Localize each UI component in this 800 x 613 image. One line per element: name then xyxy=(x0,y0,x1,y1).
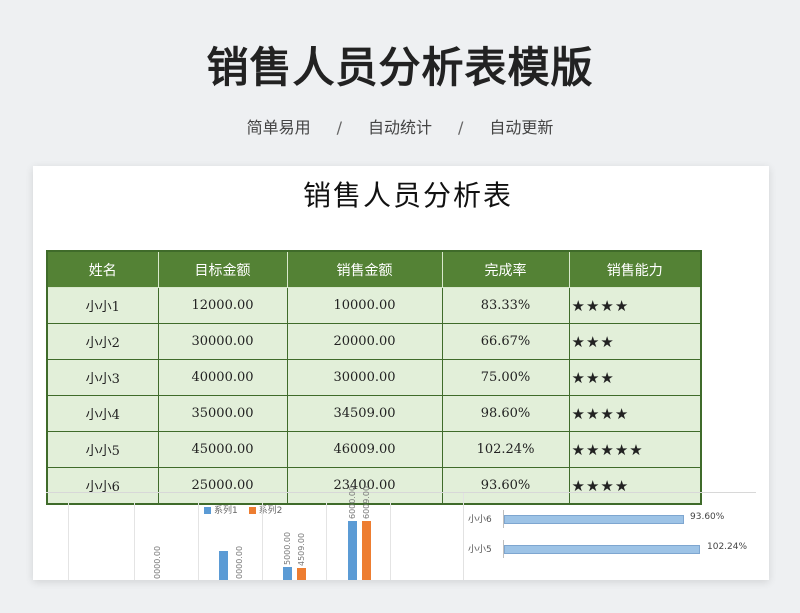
cell-sales[interactable]: 20000.00 xyxy=(286,323,443,360)
table-row: 小小2 30000.00 20000.00 66.67% ★★★ xyxy=(46,323,702,360)
cell-name[interactable]: 小小1 xyxy=(46,287,159,324)
column-header-sales[interactable]: 销售金额 xyxy=(286,250,443,288)
cell-ability[interactable]: ★★★ xyxy=(568,359,702,396)
gridline xyxy=(262,503,263,580)
category-label: 小小6 xyxy=(468,515,492,525)
data-label: 102.24% xyxy=(707,542,748,552)
legend-item-series2: 系列2 xyxy=(248,506,282,516)
column-header-rate[interactable]: 完成率 xyxy=(441,250,570,288)
subtitle-separator: / xyxy=(336,118,342,137)
hbar-row: 小小6 93.60% xyxy=(464,510,757,528)
subtitle-part-3: 自动更新 xyxy=(489,118,554,137)
cell-name[interactable]: 小小5 xyxy=(46,431,159,468)
cell-target[interactable]: 30000.00 xyxy=(157,323,288,360)
cell-ability[interactable]: ★★★★★ xyxy=(568,431,702,468)
cell-target[interactable]: 12000.00 xyxy=(157,287,288,324)
bar-rate[interactable] xyxy=(504,515,684,524)
cell-name[interactable]: 小小3 xyxy=(46,359,159,396)
table-row: 小小4 35000.00 34509.00 98.60% ★★★★ xyxy=(46,395,702,432)
completion-rate-chart[interactable]: 小小6 93.60% 小小5 102.24% xyxy=(463,493,757,580)
table-row: 小小3 40000.00 30000.00 75.00% ★★★ xyxy=(46,359,702,396)
bar-series1[interactable] xyxy=(219,551,228,580)
column-header-name[interactable]: 姓名 xyxy=(46,250,159,288)
cell-sales[interactable]: 10000.00 xyxy=(286,287,443,324)
cell-target[interactable]: 40000.00 xyxy=(157,359,288,396)
legend-label-series1: 系列1 xyxy=(214,506,238,516)
cell-ability[interactable]: ★★★★ xyxy=(568,287,702,324)
gridline xyxy=(134,503,135,580)
legend-swatch-series1 xyxy=(204,507,211,514)
bar-rate[interactable] xyxy=(504,545,700,554)
bar-series2[interactable] xyxy=(362,521,371,580)
column-chart[interactable]: 系列1 系列2 0000.00 0000.00 5000.00 4509.00 … xyxy=(46,486,451,580)
category-label: 小小5 xyxy=(468,545,492,555)
charts-area: 系列1 系列2 0000.00 0000.00 5000.00 4509.00 … xyxy=(46,486,757,580)
gridline xyxy=(198,503,199,580)
column-header-target[interactable]: 目标金额 xyxy=(157,250,288,288)
table-row: 小小5 45000.00 46009.00 102.24% ★★★★★ xyxy=(46,431,702,468)
column-header-ability[interactable]: 销售能力 xyxy=(568,250,702,288)
bar-series2[interactable] xyxy=(297,568,306,580)
cell-name[interactable]: 小小2 xyxy=(46,323,159,360)
cell-target[interactable]: 35000.00 xyxy=(157,395,288,432)
gridline xyxy=(390,503,391,580)
legend-swatch-series2 xyxy=(248,507,256,514)
subtitle-separator: / xyxy=(458,118,464,137)
bar-series1[interactable] xyxy=(283,567,292,580)
gridline xyxy=(68,503,69,580)
gridline xyxy=(326,503,327,580)
table-header-row: 姓名 目标金额 销售金额 完成率 销售能力 xyxy=(46,250,702,288)
subtitle: 简单易用 / 自动统计 / 自动更新 xyxy=(0,114,800,138)
legend-item-series1: 系列1 xyxy=(204,506,238,516)
cell-sales[interactable]: 46009.00 xyxy=(286,431,443,468)
data-label: 6009.00 xyxy=(362,485,371,519)
cell-ability[interactable]: ★★★ xyxy=(568,323,702,360)
cell-sales[interactable]: 34509.00 xyxy=(286,395,443,432)
data-label: 5000.00 xyxy=(283,531,292,565)
cell-ability[interactable]: ★★★★ xyxy=(568,395,702,432)
cell-rate[interactable]: 83.33% xyxy=(441,287,570,324)
cell-rate[interactable]: 66.67% xyxy=(441,323,570,360)
data-label: 6000.00 xyxy=(348,485,357,519)
page-title: 销售人员分析表模版 xyxy=(206,43,594,92)
cell-sales[interactable]: 30000.00 xyxy=(286,359,443,396)
spreadsheet-preview: 销售人员分析表 姓名 目标金额 销售金额 完成率 销售能力 小小1 12000.… xyxy=(33,166,769,580)
sales-table: 姓名 目标金额 销售金额 完成率 销售能力 小小1 12000.00 10000… xyxy=(46,250,702,505)
hbar-row: 小小5 102.24% xyxy=(464,540,757,558)
chart-legend: 系列1 系列2 xyxy=(204,503,290,516)
cell-name[interactable]: 小小4 xyxy=(46,395,159,432)
subtitle-part-2: 自动统计 xyxy=(367,118,432,137)
cell-rate[interactable]: 102.24% xyxy=(441,431,570,468)
data-label: 4509.00 xyxy=(297,532,306,566)
bar-series1[interactable] xyxy=(348,521,357,580)
data-label: 0000.00 xyxy=(153,545,162,579)
data-label: 0000.00 xyxy=(235,545,244,579)
cell-target[interactable]: 45000.00 xyxy=(157,431,288,468)
sheet-title: 销售人员分析表 xyxy=(302,179,513,212)
cell-rate[interactable]: 75.00% xyxy=(441,359,570,396)
data-label: 93.60% xyxy=(690,512,725,522)
cell-rate[interactable]: 98.60% xyxy=(441,395,570,432)
table-row: 小小1 12000.00 10000.00 83.33% ★★★★ xyxy=(46,287,702,324)
subtitle-part-1: 简单易用 xyxy=(246,118,311,137)
